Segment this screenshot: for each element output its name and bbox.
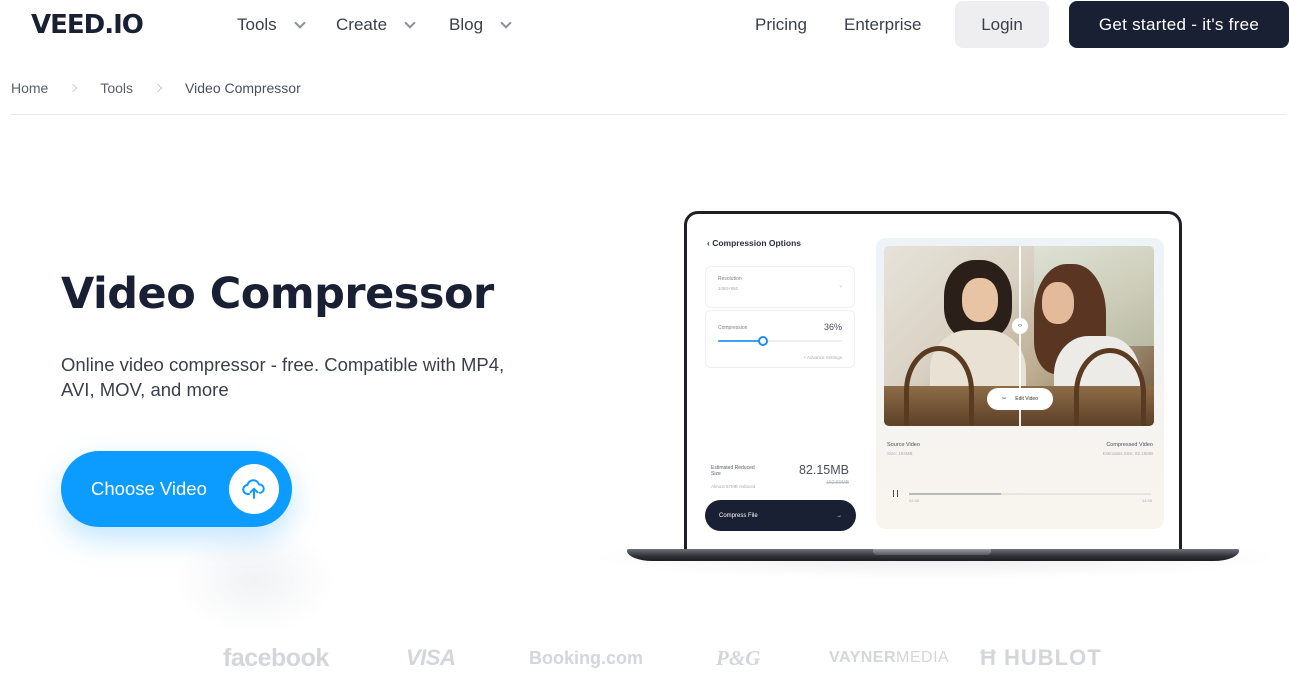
- scissors-icon: ✂: [1002, 396, 1007, 402]
- chevron-down-icon: [294, 16, 306, 29]
- compression-slider[interactable]: [718, 336, 842, 346]
- split-handle-icon[interactable]: ‹›: [1012, 318, 1028, 334]
- playback-progress-bar[interactable]: [909, 493, 1151, 495]
- resolution-value: 1080×960: [718, 286, 739, 291]
- slider-thumb[interactable]: [757, 336, 768, 346]
- laptop-mockup: ‹ Compression Options Resolution 1080×96…: [590, 205, 1280, 585]
- page-subtitle: Online video compressor - free. Compatib…: [61, 354, 505, 400]
- playback-progress-fill: [909, 493, 1001, 495]
- get-started-button[interactable]: Get started - it's free: [1069, 1, 1289, 48]
- compress-file-button[interactable]: Compress File →: [705, 500, 856, 531]
- compressed-video-title: Compressed Video: [1106, 442, 1153, 448]
- laptop-screen: ‹ Compression Options Resolution 1080×96…: [684, 211, 1182, 553]
- nav-blog-label: Blog: [449, 15, 484, 34]
- edit-video-label: Edit Video: [1015, 396, 1038, 402]
- login-button[interactable]: Login: [955, 1, 1049, 48]
- laptop-notch: [873, 549, 991, 555]
- breadcrumb-home[interactable]: Home: [11, 79, 48, 97]
- chevron-down-icon: [404, 16, 416, 29]
- pg-logo: P&G: [716, 646, 761, 670]
- nav-create-label: Create: [336, 15, 388, 34]
- nav-pricing[interactable]: Pricing: [755, 13, 807, 37]
- resolution-card: Resolution 1080×960 ˅: [705, 266, 855, 308]
- breadcrumb-divider: [11, 114, 1287, 115]
- compression-value: 36%: [823, 322, 842, 332]
- breadcrumb-current: Video Compressor: [185, 80, 301, 96]
- chevron-down-icon: [500, 16, 512, 29]
- button-glow-decoration: [175, 525, 335, 635]
- compression-options-title: ‹ Compression Options: [707, 238, 801, 248]
- source-video-size: Size: 152MB: [887, 451, 913, 456]
- compress-file-label: Compress File: [719, 512, 758, 519]
- source-video-title: Source Video: [887, 442, 920, 448]
- video-preview-image: ‹› ✂ Edit Video: [884, 246, 1154, 426]
- nav-tools[interactable]: Tools: [237, 13, 306, 37]
- nav-blog[interactable]: Blog: [449, 13, 512, 37]
- time-current: 02:45: [909, 498, 920, 503]
- nav-create[interactable]: Create: [336, 13, 416, 37]
- estimated-size-value: 82.15MB: [798, 463, 849, 477]
- estimated-size-label: Estimated Reduced Size: [711, 465, 755, 477]
- cloud-upload-icon: [229, 464, 279, 514]
- arrow-right-icon: →: [836, 512, 842, 519]
- edit-video-button[interactable]: ✂ Edit Video: [987, 388, 1053, 410]
- booking-logo: Booking.com: [529, 648, 644, 668]
- resolution-label: Resolution: [718, 276, 742, 282]
- compressed-video-size: Estimates Size: 82.15MB: [1102, 451, 1153, 456]
- hublot-logo: Ħ HUBLOT: [980, 645, 1102, 670]
- breadcrumb: Home Tools Video Compressor: [11, 79, 301, 97]
- site-header: VEED.IO Tools Create Blog Pricing Enterp…: [0, 0, 1289, 50]
- time-total: 14:28: [1141, 498, 1152, 503]
- compression-card: Compression 36% + Advance Settings: [705, 310, 855, 368]
- visa-logo: VISA: [406, 645, 456, 670]
- dropdown-caret-icon: ˅: [839, 284, 842, 289]
- video-preview-panel: ‹› ✂ Edit Video Source Video Size: 152MB…: [876, 238, 1164, 529]
- compression-label: Compression: [718, 325, 748, 331]
- facebook-logo: facebook: [223, 644, 329, 672]
- nav-tools-label: Tools: [237, 15, 277, 34]
- chevron-right-icon: [69, 83, 78, 93]
- pause-icon[interactable]: [893, 490, 898, 497]
- vaynermedia-logo: VAYNERMEDIA: [829, 649, 950, 666]
- choose-video-button[interactable]: Choose Video: [61, 451, 292, 527]
- veed-logo[interactable]: VEED.IO: [31, 9, 144, 41]
- breadcrumb-tools[interactable]: Tools: [100, 79, 133, 97]
- slider-fill: [718, 340, 763, 342]
- reduced-note: Almost 87MB reduced: [711, 484, 756, 489]
- original-size-value: 152.80MB: [826, 480, 849, 486]
- nav-enterprise[interactable]: Enterprise: [844, 13, 921, 37]
- page-title: Video Compressor: [61, 269, 494, 319]
- chevron-right-icon: [153, 83, 163, 93]
- choose-video-label: Choose Video: [91, 478, 207, 499]
- hublot-mark-icon: Ħ: [980, 645, 997, 670]
- advance-settings-link[interactable]: + Advance Settings: [803, 355, 842, 360]
